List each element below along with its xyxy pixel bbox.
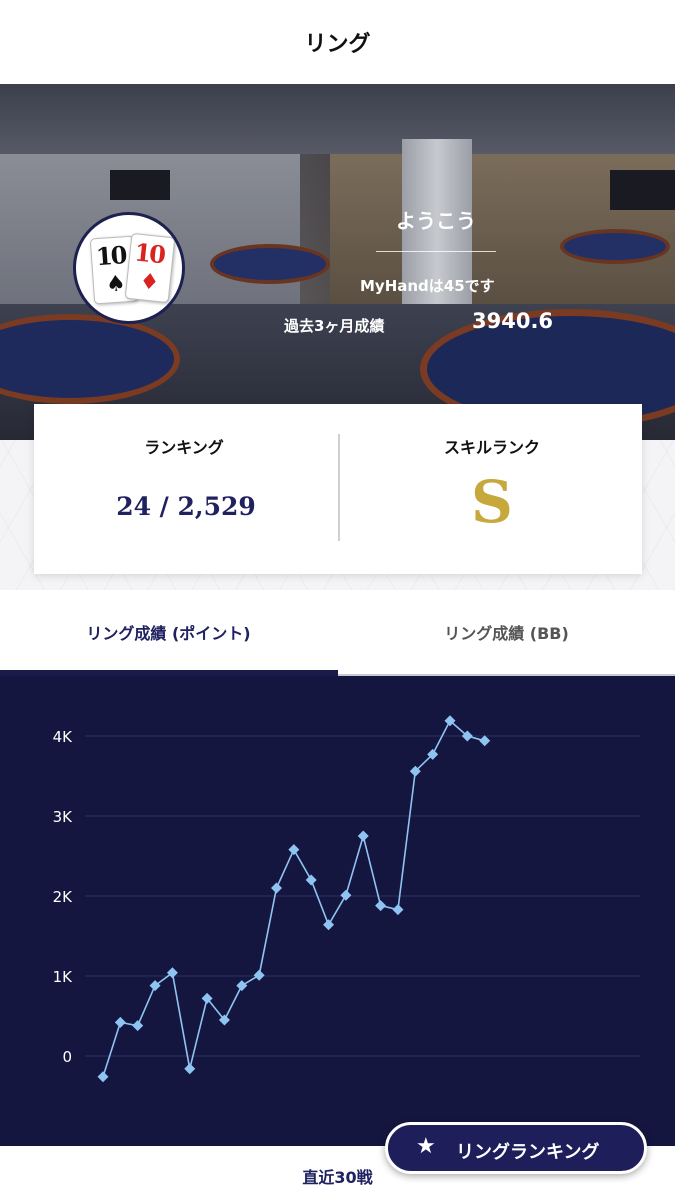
ring-ranking-label: リングランキング bbox=[456, 1142, 600, 1163]
stats-card: ランキング 24 / 2,529 スキルランク S bbox=[34, 404, 642, 574]
y-tick-label: 1K bbox=[53, 968, 74, 986]
star-icon: ★ bbox=[416, 1134, 436, 1159]
spade-icon: ♠ bbox=[105, 271, 127, 298]
data-point[interactable] bbox=[305, 874, 317, 886]
data-point[interactable] bbox=[132, 1020, 144, 1032]
data-point[interactable] bbox=[149, 980, 161, 992]
data-point[interactable] bbox=[236, 980, 248, 992]
card-rank: 10 bbox=[95, 240, 127, 272]
data-point[interactable] bbox=[253, 969, 265, 981]
y-tick-label: 4K bbox=[53, 728, 74, 746]
data-point[interactable] bbox=[184, 1063, 196, 1075]
tab-ring-points[interactable]: リング成績 (ポイント) bbox=[0, 620, 337, 644]
ranking-value: 24 / 2,529 bbox=[116, 492, 256, 521]
ring-results-chart: 0 1K 2K 3K 4K bbox=[53, 715, 640, 1083]
tab-ring-bb[interactable]: リング成績 (BB) bbox=[338, 620, 675, 644]
data-point[interactable] bbox=[114, 1016, 126, 1028]
tab-bar: リング成績 (ポイント) リング成績 (BB) bbox=[0, 590, 675, 676]
skill-rank-value: S bbox=[471, 468, 513, 536]
hero-photo-column bbox=[402, 139, 472, 329]
data-point[interactable] bbox=[375, 900, 387, 912]
skill-rank-label: スキルランク bbox=[443, 438, 540, 457]
user-name: ようこう bbox=[396, 209, 476, 233]
hero-photo-poker-table bbox=[560, 229, 670, 264]
y-tick-label: 2K bbox=[53, 888, 74, 906]
myhand-text: MyHandは45です bbox=[360, 277, 495, 295]
hero-photo-tv bbox=[110, 170, 170, 200]
chart-panel: 0 1K 2K 3K 4K bbox=[0, 676, 675, 1146]
y-tick-label: 0 bbox=[62, 1048, 72, 1066]
data-point[interactable] bbox=[323, 919, 335, 931]
avatar[interactable]: 10 ♠ 10 ♦ bbox=[73, 212, 185, 324]
data-point[interactable] bbox=[166, 967, 178, 979]
period-label: 過去3ヶ月成績 bbox=[284, 317, 385, 335]
ring-ranking-button[interactable]: ★ リングランキング bbox=[385, 1122, 647, 1174]
hero-photo-ceiling bbox=[0, 84, 675, 154]
data-point[interactable] bbox=[392, 904, 404, 916]
data-point[interactable] bbox=[340, 889, 352, 901]
period-value: 3940.6 bbox=[472, 309, 554, 333]
series-line bbox=[102, 719, 485, 1078]
data-point[interactable] bbox=[357, 830, 369, 842]
ranking-label: ランキング bbox=[144, 438, 224, 457]
app-header: リング bbox=[0, 0, 675, 84]
data-point[interactable] bbox=[97, 1071, 109, 1083]
page-title: リング bbox=[304, 31, 371, 57]
data-point[interactable] bbox=[288, 844, 300, 856]
y-tick-label: 3K bbox=[53, 808, 74, 826]
data-point[interactable] bbox=[479, 735, 491, 747]
diamond-icon: ♦ bbox=[138, 269, 161, 296]
playing-card-icon: 10 ♦ bbox=[124, 232, 176, 304]
hero-photo-poker-table bbox=[210, 244, 330, 284]
divider bbox=[376, 251, 496, 252]
card-rank: 10 bbox=[133, 237, 166, 270]
data-point[interactable] bbox=[271, 882, 282, 894]
hero-photo-tv bbox=[610, 170, 675, 210]
divider bbox=[338, 434, 340, 541]
